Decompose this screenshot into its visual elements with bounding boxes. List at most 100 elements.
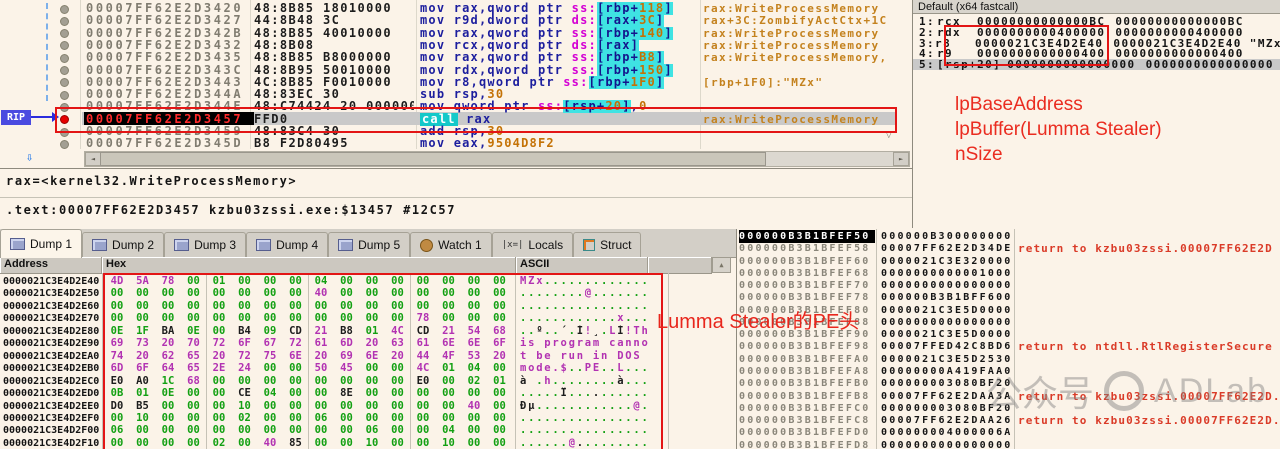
disasm-comment[interactable]: rax:WriteProcessMemory [703, 39, 895, 52]
disasm-bytes[interactable]: FFD0 [254, 113, 414, 126]
stack-value: 0000000000000000 [881, 316, 1017, 329]
disasm-address[interactable]: 00007FF62E2D3457 [86, 113, 248, 126]
stack-row[interactable]: 000000B3B1BFEF680000000000001000 [737, 267, 1280, 280]
registers-panel[interactable]: Default (x64 fastcall) 1:rcx000000000000… [912, 0, 1280, 228]
tab-dump-2[interactable]: Dump 2 [82, 232, 164, 257]
breakpoint-dot[interactable] [60, 17, 69, 26]
disasm-instruction[interactable]: mov rax,qword ptr ss:[rbp+118] [420, 2, 700, 15]
scroll-up-arrow-icon[interactable]: ▲ [712, 257, 731, 273]
disasm-bytes[interactable]: 48:8B85 40010000 [254, 27, 414, 40]
breakpoint-dot[interactable] [60, 5, 69, 14]
ascii-char: à [617, 375, 625, 388]
disasm-instruction[interactable]: mov rdx,qword ptr ss:[rbp+150] [420, 64, 700, 77]
disasm-instruction[interactable]: add rsp,30 [420, 125, 700, 138]
disasm-address[interactable]: 00007FF62E2D3443 [86, 76, 248, 89]
stack-row[interactable]: 000000B3B1BFEF50000000B300000000 [737, 230, 1280, 243]
disasm-instruction[interactable]: mov r8,qword ptr ss:[rbp+1F0] [420, 76, 700, 89]
tab-dump-5[interactable]: Dump 5 [328, 232, 410, 257]
breakpoint-dot[interactable] [60, 91, 69, 100]
ascii-char: t [520, 350, 528, 363]
disasm-instruction[interactable]: sub rsp,30 [420, 88, 700, 101]
disasm-instruction[interactable]: mov rcx,qword ptr ds:[rax] [420, 39, 700, 52]
stack-row[interactable]: 000000B3B1BFEF700000000000000000 [737, 279, 1280, 292]
disasm-instruction[interactable]: mov rax,qword ptr ss:[rbp+B8] [420, 51, 700, 64]
ascii-char: . [552, 400, 560, 413]
ascii-char: . [617, 424, 625, 437]
register-row-rsp20[interactable]: 5:[rsp+20]000000000000000000000000000000… [913, 59, 1280, 70]
disasm-comment[interactable]: rax:WriteProcessMemory [703, 2, 895, 15]
breakpoint-dot-active[interactable] [60, 115, 69, 124]
header-ascii[interactable]: ASCII [516, 257, 648, 273]
disassembly-panel[interactable]: 00007FF62E2D3420 48:8B85 18010000 mov rax,… [0, 0, 912, 169]
stack-row[interactable]: 000000B3B1BFEFA00000021C3E5D2530 [737, 353, 1280, 366]
disasm-address[interactable]: 00007FF62E2D3420 [86, 2, 248, 15]
disasm-comment[interactable]: rax:WriteProcessMemory [703, 27, 895, 40]
header-hex[interactable]: Hex [102, 257, 516, 273]
disasm-bytes[interactable]: 48:8B95 50010000 [254, 64, 414, 77]
disasm-address[interactable]: 00007FF62E2D3435 [86, 51, 248, 64]
calling-convention-title[interactable]: Default (x64 fastcall) [913, 0, 1280, 14]
tab-dump-1[interactable]: Dump 1 [0, 229, 82, 258]
header-address[interactable]: Address [0, 257, 102, 273]
disasm-bytes[interactable]: 48:8B85 B8000000 [254, 51, 414, 64]
breakpoint-dot[interactable] [60, 128, 69, 137]
disasm-address[interactable]: 00007FF62E2D3459 [86, 125, 248, 138]
breakpoint-dot[interactable] [60, 66, 69, 75]
disasm-comment[interactable]: rax:WriteProcessMemory, [703, 51, 895, 64]
disasm-bytes[interactable]: 48:C74424 20 00000000 [254, 100, 414, 113]
tab-dump-4[interactable]: Dump 4 [246, 232, 328, 257]
stack-row[interactable]: 000000B3B1BFEF5800007FF62E2D34DEreturn t… [737, 242, 1280, 255]
disasm-instruction[interactable]: mov r9d,dword ptr ds:[rax+3C] [420, 14, 700, 27]
breakpoint-dot[interactable] [60, 29, 69, 38]
tab-watch-1[interactable]: Watch 1 [410, 232, 492, 257]
disasm-instruction[interactable]: call rax [420, 113, 700, 126]
hex-byte: 20 [132, 350, 154, 363]
breakpoint-dot[interactable] [60, 78, 69, 87]
stack-row[interactable]: 000000B3B1BFEFD0000000004000006A [737, 426, 1280, 439]
scroll-down-chevron-icon[interactable]: ˅ [886, 131, 892, 142]
stack-row[interactable]: 000000B3B1BFEFD80000000000000000 [737, 439, 1280, 449]
stack-row[interactable]: 000000B3B1BFEF600000021C3E320000 [737, 255, 1280, 268]
disasm-address[interactable]: 00007FF62E2D3427 [86, 14, 248, 27]
disasm-address[interactable]: 00007FF62E2D343C [86, 64, 248, 77]
breakpoint-dot[interactable] [60, 103, 69, 112]
disasm-bytes[interactable]: 48:8B08 [254, 39, 414, 52]
tab-struct[interactable]: Struct [573, 232, 641, 257]
scroll-right-arrow-icon[interactable]: ► [893, 152, 909, 166]
ascii-char: b [536, 350, 544, 363]
tab-dump-3[interactable]: Dump 3 [164, 232, 246, 257]
breakpoint-dot[interactable] [60, 140, 69, 149]
disasm-bytes[interactable]: 48:8B85 18010000 [254, 2, 414, 15]
ascii-char: . [625, 424, 633, 437]
ascii-char: . [609, 400, 617, 413]
scrollbar-thumb[interactable] [100, 152, 766, 166]
disasm-address[interactable]: 00007FF62E2D345D [86, 137, 248, 150]
breakpoint-dot[interactable] [60, 41, 69, 50]
disasm-bytes[interactable]: 48:83EC 30 [254, 88, 414, 101]
disasm-address[interactable]: 00007FF62E2D3432 [86, 39, 248, 52]
disasm-bytes[interactable]: B8 F2D80495 [254, 137, 414, 150]
disasm-comment[interactable]: [rbp+1F0]:"MZx" [703, 76, 895, 89]
ascii-char: . [625, 300, 633, 313]
disasm-bytes[interactable]: 44:8B48 3C [254, 14, 414, 27]
stack-row[interactable]: 000000B3B1BFEF78000000B3B1BFF600 [737, 291, 1280, 304]
disasm-address[interactable]: 00007FF62E2D342B [86, 27, 248, 40]
tab-locals[interactable]: |x=|Locals [492, 232, 573, 257]
hex-byte: 00 [463, 300, 485, 313]
disasm-horizontal-scrollbar[interactable]: ◄ ► [84, 151, 910, 167]
disasm-instruction[interactable]: mov eax,9504D8F2 [420, 137, 700, 150]
disasm-instruction[interactable]: mov rax,qword ptr ss:[rbp+140] [420, 27, 700, 40]
disasm-comment[interactable]: rax:WriteProcessMemory [703, 113, 895, 126]
stack-row[interactable]: 000000B3B1BFEF9800007FFED42C8BD6return t… [737, 340, 1280, 353]
dump-panel[interactable]: Dump 1Dump 2Dump 3Dump 4Dump 5Watch 1|x=… [0, 229, 737, 449]
disasm-bytes[interactable]: 4C:8B85 F0010000 [254, 76, 414, 89]
hex-byte: 00 [183, 275, 205, 288]
disasm-instruction[interactable]: mov qword ptr ss:[rsp+20],0 [420, 100, 700, 113]
disasm-address[interactable]: 00007FF62E2D344A [86, 88, 248, 101]
disasm-address[interactable]: 00007FF62E2D344E [86, 100, 248, 113]
disasm-comment[interactable]: rax+3C:ZombifyActCtx+1C [703, 14, 895, 27]
scroll-left-arrow-icon[interactable]: ◄ [85, 152, 101, 166]
disasm-bytes[interactable]: 48:83C4 30 [254, 125, 414, 138]
ascii-char: M [520, 275, 528, 288]
breakpoint-dot[interactable] [60, 54, 69, 63]
